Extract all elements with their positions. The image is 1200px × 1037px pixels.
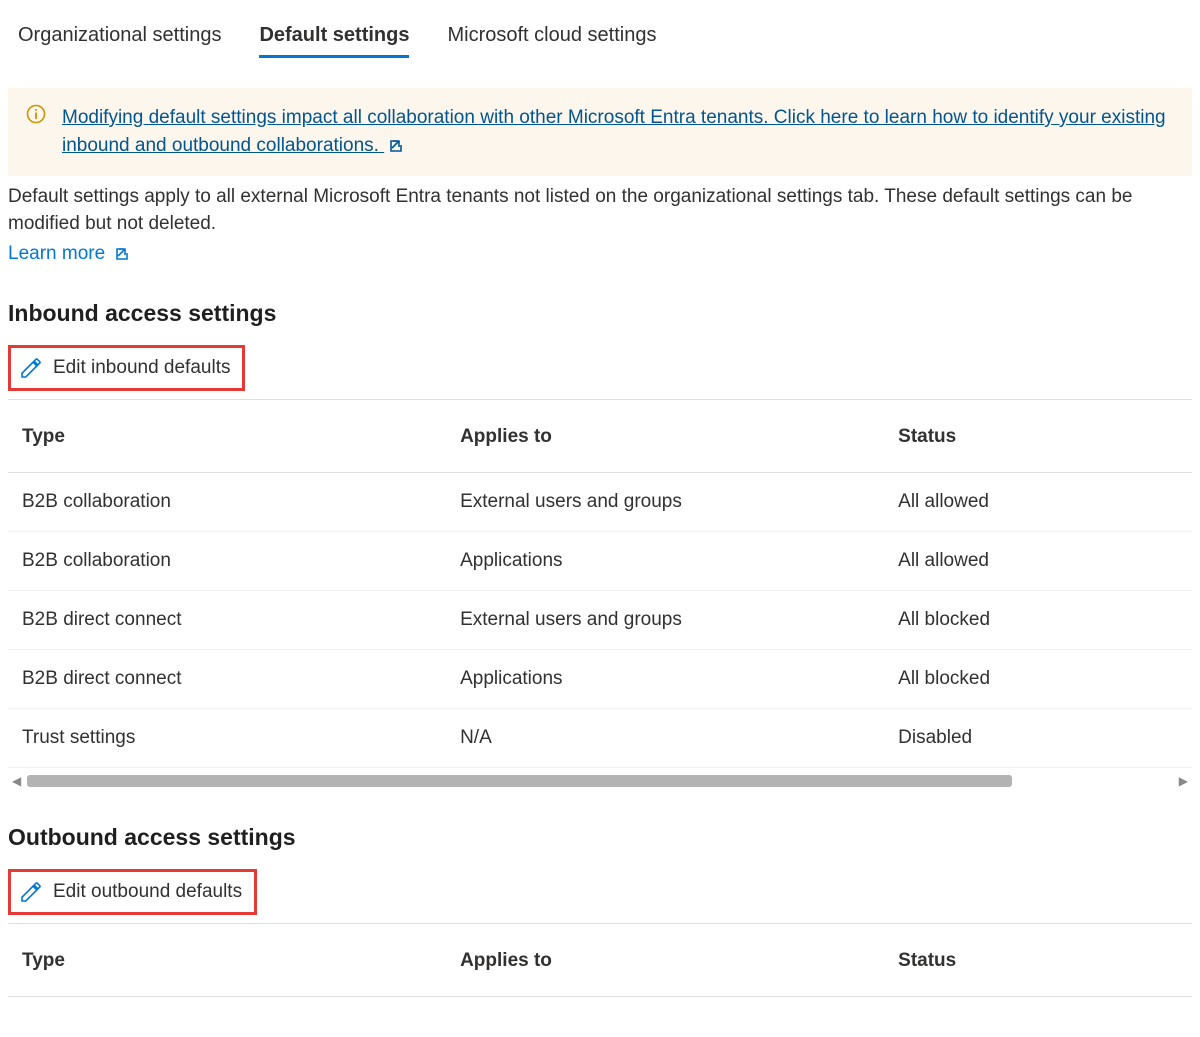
- table-row[interactable]: B2B direct connect External users and gr…: [8, 591, 1192, 650]
- pencil-icon: [19, 356, 43, 380]
- edit-inbound-defaults-button[interactable]: Edit inbound defaults: [19, 356, 230, 380]
- edit-outbound-highlight: Edit outbound defaults: [8, 869, 257, 915]
- info-banner-link[interactable]: Modifying default settings impact all co…: [62, 104, 1176, 160]
- tab-default-settings[interactable]: Default settings: [259, 20, 409, 58]
- scrollbar-track[interactable]: [27, 775, 1173, 787]
- table-row[interactable]: B2B direct connect Applications All bloc…: [8, 650, 1192, 709]
- outbound-heading: Outbound access settings: [8, 824, 1192, 851]
- external-link-icon: [114, 244, 128, 266]
- col-header-applies[interactable]: Applies to: [446, 924, 884, 997]
- scrollbar-thumb[interactable]: [27, 775, 1012, 787]
- col-header-applies[interactable]: Applies to: [446, 400, 884, 473]
- cell-applies: External users and groups: [446, 591, 884, 650]
- learn-more-label: Learn more: [8, 243, 105, 264]
- cell-type: B2B collaboration: [8, 532, 446, 591]
- cell-status: All blocked: [884, 591, 1192, 650]
- tab-microsoft-cloud-settings[interactable]: Microsoft cloud settings: [447, 20, 656, 58]
- edit-outbound-label: Edit outbound defaults: [53, 881, 242, 903]
- tab-organizational-settings[interactable]: Organizational settings: [18, 20, 221, 58]
- cell-type: B2B direct connect: [8, 650, 446, 709]
- cell-applies: External users and groups: [446, 473, 884, 532]
- col-header-status[interactable]: Status: [884, 400, 1192, 473]
- cell-status: All blocked: [884, 650, 1192, 709]
- table-row[interactable]: B2B collaboration External users and gro…: [8, 473, 1192, 532]
- inbound-table: Type Applies to Status B2B collaboration…: [8, 400, 1192, 768]
- info-icon: [26, 104, 48, 126]
- edit-inbound-label: Edit inbound defaults: [53, 357, 230, 379]
- cell-type: B2B direct connect: [8, 591, 446, 650]
- info-banner: Modifying default settings impact all co…: [8, 88, 1192, 176]
- scroll-right-icon[interactable]: ▶: [1179, 774, 1188, 788]
- page-description: Default settings apply to all external M…: [8, 184, 1192, 237]
- col-header-status[interactable]: Status: [884, 924, 1192, 997]
- pencil-icon: [19, 880, 43, 904]
- cell-type: B2B collaboration: [8, 473, 446, 532]
- cell-applies: N/A: [446, 709, 884, 768]
- scroll-left-icon[interactable]: ◀: [12, 774, 21, 788]
- cell-applies: Applications: [446, 650, 884, 709]
- cell-status: All allowed: [884, 473, 1192, 532]
- col-header-type[interactable]: Type: [8, 400, 446, 473]
- horizontal-scrollbar[interactable]: ◀ ▶: [8, 772, 1192, 790]
- cell-status: All allowed: [884, 532, 1192, 591]
- info-banner-text: Modifying default settings impact all co…: [62, 107, 1166, 156]
- table-row[interactable]: B2B collaboration Applications All allow…: [8, 532, 1192, 591]
- cell-status: Disabled: [884, 709, 1192, 768]
- cell-applies: Applications: [446, 532, 884, 591]
- col-header-type[interactable]: Type: [8, 924, 446, 997]
- inbound-heading: Inbound access settings: [8, 300, 1192, 327]
- cell-type: Trust settings: [8, 709, 446, 768]
- outbound-table: Type Applies to Status: [8, 924, 1192, 997]
- external-link-icon: [388, 133, 402, 161]
- edit-inbound-highlight: Edit inbound defaults: [8, 345, 245, 391]
- tabs-bar: Organizational settings Default settings…: [8, 20, 1192, 58]
- table-row[interactable]: Trust settings N/A Disabled: [8, 709, 1192, 768]
- learn-more-link[interactable]: Learn more: [8, 243, 128, 264]
- edit-outbound-defaults-button[interactable]: Edit outbound defaults: [19, 880, 242, 904]
